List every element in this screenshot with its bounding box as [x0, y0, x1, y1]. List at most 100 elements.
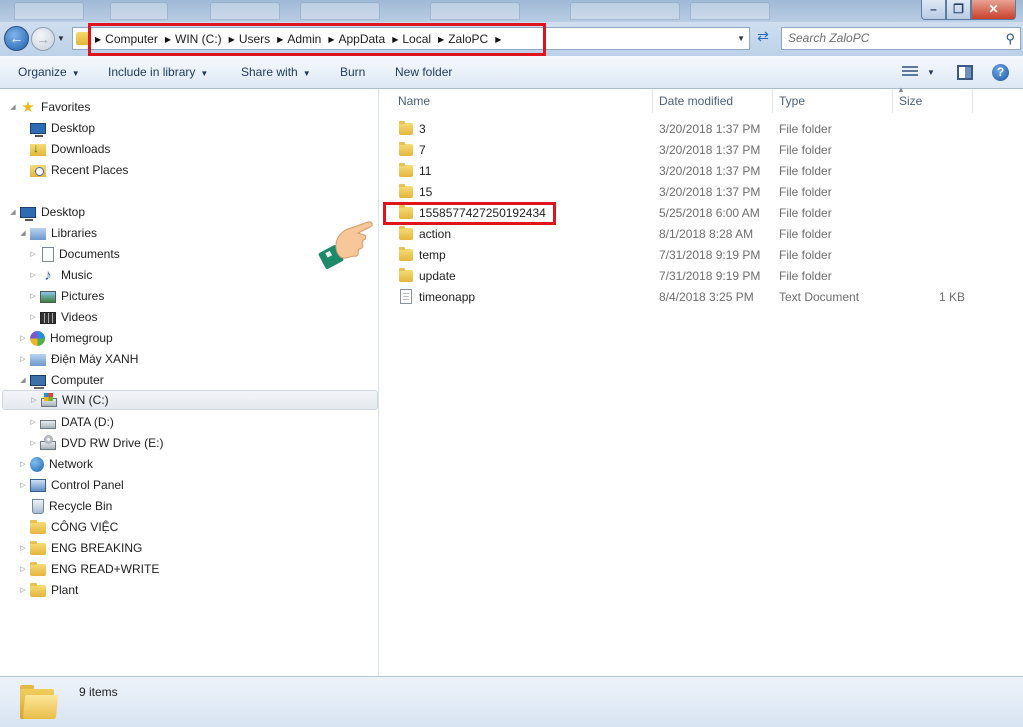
nav-network[interactable]: ▷ Network: [18, 454, 93, 474]
background-tab[interactable]: [570, 2, 680, 20]
search-input[interactable]: [788, 31, 993, 45]
collapsed-triangle-icon[interactable]: ▷: [28, 313, 38, 321]
nav-libraries[interactable]: ◢ Libraries: [18, 223, 97, 243]
breadcrumb-local[interactable]: Local: [398, 32, 438, 46]
breadcrumb-win-c[interactable]: WIN (C:): [171, 32, 229, 46]
new-folder-button[interactable]: New folder: [395, 65, 452, 79]
maximize-button[interactable]: ❐: [946, 0, 971, 20]
column-header-type[interactable]: Type: [773, 89, 893, 113]
background-tab[interactable]: [14, 2, 84, 20]
file-type: File folder: [779, 269, 832, 283]
collapsed-triangle-icon[interactable]: ▷: [28, 271, 38, 279]
expanded-triangle-icon[interactable]: ◢: [18, 376, 28, 384]
back-button[interactable]: ←: [4, 26, 29, 51]
nav-plant[interactable]: ▷ Plant: [18, 580, 78, 600]
close-button[interactable]: ✕: [971, 0, 1016, 20]
nav-recycle-bin[interactable]: Recycle Bin: [18, 496, 112, 516]
chevron-right-icon[interactable]: ▶: [495, 35, 501, 44]
include-in-library-menu[interactable]: Include in library ▼: [108, 65, 208, 79]
details-pane: 9 items: [0, 676, 1023, 727]
breadcrumb-users[interactable]: Users: [235, 32, 277, 46]
nav-label: Pictures: [61, 289, 105, 303]
file-type: File folder: [779, 227, 832, 241]
collapsed-triangle-icon[interactable]: ▷: [28, 250, 38, 258]
minimize-button[interactable]: –: [921, 0, 946, 20]
expanded-triangle-icon[interactable]: ◢: [8, 208, 18, 216]
nav-videos[interactable]: ▷ Videos: [28, 307, 97, 327]
nav-documents[interactable]: ▷ Documents: [28, 244, 120, 264]
background-tab[interactable]: [690, 2, 770, 20]
nav-pictures[interactable]: ▷ Pictures: [28, 286, 104, 306]
collapsed-triangle-icon[interactable]: ▷: [28, 418, 38, 426]
nav-homegroup[interactable]: ▷ Homegroup: [18, 328, 113, 348]
breadcrumb-computer[interactable]: Computer: [101, 32, 165, 46]
burn-button[interactable]: Burn: [340, 65, 365, 79]
nav-control-panel[interactable]: ▷ Control Panel: [18, 475, 123, 495]
collapsed-triangle-icon[interactable]: ▷: [18, 481, 28, 489]
file-type: File folder: [779, 248, 832, 262]
recent-pages-dropdown[interactable]: ▼: [57, 34, 65, 43]
nav-cong-viec[interactable]: CÔNG VIỆC: [18, 517, 118, 537]
expanded-triangle-icon[interactable]: ◢: [8, 103, 18, 111]
nav-computer[interactable]: ◢ Computer: [18, 370, 104, 390]
folder-icon: [399, 226, 413, 240]
nav-win-c[interactable]: ▷ WIN (C:): [2, 390, 378, 410]
collapsed-triangle-icon[interactable]: ▷: [28, 439, 38, 447]
collapsed-triangle-icon[interactable]: ▷: [18, 460, 28, 468]
address-bar[interactable]: ▶ Computer ▶ WIN (C:) ▶ Users ▶ Admin ▶ …: [72, 27, 750, 50]
file-row[interactable]: 11 3/20/2018 1:37 PM File folder: [380, 161, 980, 182]
file-row[interactable]: 1558577427250192434 5/25/2018 6:00 AM File…: [380, 203, 980, 224]
background-tab[interactable]: [110, 2, 168, 20]
collapsed-triangle-icon[interactable]: ▷: [28, 292, 38, 300]
column-header-size[interactable]: Size: [893, 89, 973, 113]
collapsed-triangle-icon[interactable]: ▷: [18, 355, 28, 363]
breadcrumb-appdata[interactable]: AppData: [334, 32, 392, 46]
refresh-button[interactable]: ⇄: [752, 28, 774, 49]
help-icon[interactable]: ?: [992, 64, 1009, 81]
nav-recent-places[interactable]: Recent Places: [18, 160, 128, 180]
nav-music[interactable]: ▷ ♪ Music: [28, 265, 92, 285]
file-row[interactable]: 3 3/20/2018 1:37 PM File folder: [380, 119, 980, 140]
preview-pane-icon[interactable]: [957, 65, 973, 80]
file-row[interactable]: timeonapp 8/4/2018 3:25 PM Text Document 1 …: [380, 287, 980, 308]
background-tab[interactable]: [300, 2, 380, 20]
nav-eng-read-write[interactable]: ▷ ENG READ+WRITE: [18, 559, 159, 579]
command-bar: Organize ▼ Include in library ▼ Share with…: [0, 56, 1023, 89]
background-tab[interactable]: [210, 2, 280, 20]
nav-dvd-e[interactable]: ▷ DVD RW Drive (E:): [28, 433, 163, 453]
nav-desktop-favorite[interactable]: Desktop: [18, 118, 95, 138]
share-with-menu[interactable]: Share with ▼: [241, 65, 311, 79]
breadcrumb-zalopc[interactable]: ZaloPC: [444, 32, 495, 46]
file-row[interactable]: action 8/1/2018 8:28 AM File folder: [380, 224, 980, 245]
nav-eng-breaking[interactable]: ▷ ENG BREAKING: [18, 538, 142, 558]
breadcrumb-admin[interactable]: Admin: [283, 32, 328, 46]
file-date: 3/20/2018 1:37 PM: [659, 164, 761, 178]
forward-button[interactable]: →: [31, 27, 55, 51]
file-row[interactable]: 15 3/20/2018 1:37 PM File folder: [380, 182, 980, 203]
column-header-name[interactable]: Name: [380, 89, 653, 113]
change-view-icon[interactable]: [902, 66, 918, 78]
nav-desktop[interactable]: ◢ Desktop: [8, 202, 85, 222]
address-history-dropdown[interactable]: ▼: [737, 34, 745, 43]
background-tab[interactable]: [430, 2, 520, 20]
collapsed-triangle-icon[interactable]: ▷: [18, 565, 28, 573]
nav-dien-may-xanh[interactable]: ▷ Điện Máy XANH: [18, 349, 138, 369]
file-row[interactable]: update 7/31/2018 9:19 PM File folder: [380, 266, 980, 287]
file-row[interactable]: temp 7/31/2018 9:19 PM File folder: [380, 245, 980, 266]
search-icon[interactable]: ⚲: [1005, 31, 1015, 47]
nav-data-d[interactable]: ▷ DATA (D:): [28, 412, 114, 432]
view-options-dropdown[interactable]: ▼: [927, 68, 935, 77]
collapsed-triangle-icon[interactable]: ▷: [18, 586, 28, 594]
collapsed-triangle-icon[interactable]: ▷: [18, 334, 28, 342]
file-name: timeonapp: [419, 290, 476, 304]
file-row[interactable]: 7 3/20/2018 1:37 PM File folder: [380, 140, 980, 161]
collapsed-triangle-icon[interactable]: ▷: [18, 544, 28, 552]
column-header-date-modified[interactable]: Date modified: [653, 89, 773, 113]
expanded-triangle-icon[interactable]: ◢: [18, 229, 28, 237]
nav-favorites[interactable]: ◢ ★ Favorites: [8, 97, 90, 117]
organize-menu[interactable]: Organize ▼: [18, 65, 80, 79]
search-box[interactable]: ⚲: [781, 27, 1021, 50]
collapsed-triangle-icon[interactable]: ▷: [29, 396, 39, 404]
nav-downloads[interactable]: Downloads: [18, 139, 110, 159]
file-date: 3/20/2018 1:37 PM: [659, 185, 761, 199]
